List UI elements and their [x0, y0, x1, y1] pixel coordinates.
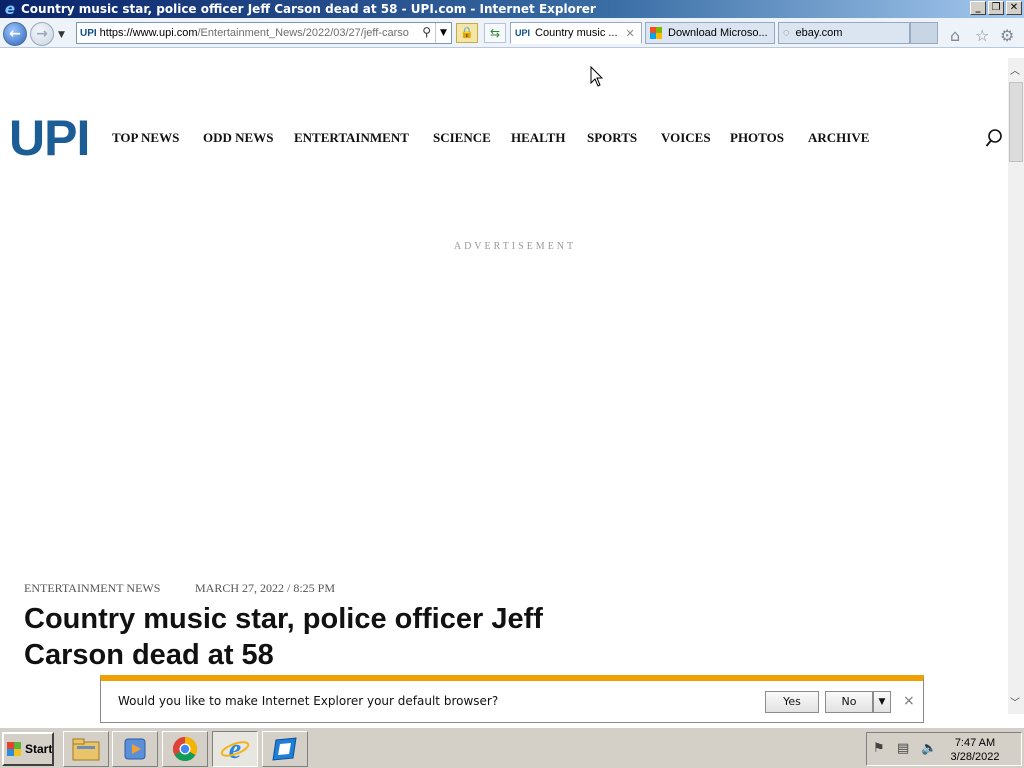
volume-icon[interactable]: 🔈	[921, 741, 937, 756]
notification-close-icon[interactable]: ×	[903, 693, 915, 709]
taskbar-remote-desktop[interactable]	[262, 731, 308, 767]
tab-upi[interactable]: UPI Country music ... ✕	[510, 22, 642, 44]
advertisement-label: ADVERTISEMENT	[453, 241, 577, 252]
mouse-cursor-icon	[590, 66, 604, 87]
back-button[interactable]: ←	[3, 22, 27, 46]
favorites-star-icon[interactable]: ☆	[975, 26, 989, 45]
scroll-down-icon[interactable]: ﹀	[1010, 694, 1020, 709]
taskbar-internet-explorer[interactable]: e	[212, 731, 258, 767]
minimize-button[interactable]: _	[970, 1, 986, 15]
security-lock-icon[interactable]: 🔒	[456, 23, 478, 43]
start-label: Start	[25, 742, 53, 756]
address-search-icon[interactable]: ⚲	[422, 25, 431, 39]
url-domain: upi.com	[158, 27, 198, 39]
url-path: /Entertainment_News/2022/03/27/jeff-cars…	[197, 27, 409, 39]
clock-date: 3/28/2022	[950, 751, 1000, 763]
forward-button[interactable]: →	[30, 22, 54, 46]
nav-archive[interactable]: ARCHIVE	[808, 130, 869, 146]
taskbar: Start e ⚑ ▤ 🔈 7:47 AM 3/28/2022	[0, 726, 1024, 768]
new-tab-button[interactable]	[910, 22, 938, 44]
svg-text:e: e	[229, 735, 241, 763]
address-bar[interactable]: UPI https://www.upi.com/Entertainment_Ne…	[76, 22, 452, 44]
system-clock[interactable]: 7:47 AM 3/28/2022	[945, 736, 1005, 764]
settings-gear-icon[interactable]: ⚙	[1000, 26, 1014, 45]
nav-voices[interactable]: VOICES	[661, 130, 711, 146]
window-title-bar: e Country music star, police officer Jef…	[0, 0, 1024, 18]
yes-button[interactable]: Yes	[765, 691, 819, 713]
remote-desktop-icon	[272, 737, 297, 761]
taskbar-file-explorer[interactable]	[63, 731, 109, 767]
internet-explorer-icon: e	[220, 735, 250, 763]
tab-ebay[interactable]: ◌ ebay.com	[778, 22, 910, 44]
action-center-flag-icon[interactable]: ⚑	[873, 741, 885, 756]
media-player-icon	[124, 738, 146, 760]
loading-spinner-icon: ◌	[783, 27, 790, 39]
system-tray: ⚑ ▤ 🔈 7:47 AM 3/28/2022	[866, 732, 1022, 766]
article-category[interactable]: ENTERTAINMENT NEWS	[24, 581, 160, 595]
taskbar-chrome[interactable]	[162, 731, 208, 767]
address-dropdown-icon[interactable]: ▼	[435, 23, 451, 43]
upi-favicon: UPI	[515, 28, 531, 38]
article-meta: ENTERTAINMENT NEWS MARCH 27, 2022 / 8:25…	[24, 581, 335, 596]
upi-logo[interactable]: UPI	[9, 113, 90, 163]
taskbar-media-player[interactable]	[112, 731, 158, 767]
browser-toolbar: ← → ▼ UPI https://www.upi.com/Entertainm…	[0, 18, 1024, 48]
notification-message: Would you like to make Internet Explorer…	[118, 694, 499, 708]
nav-science[interactable]: SCIENCE	[433, 130, 491, 146]
nav-entertainment[interactable]: ENTERTAINMENT	[294, 130, 409, 146]
windows-logo-icon	[7, 742, 21, 756]
tab-label: Country music ...	[535, 27, 618, 39]
search-icon[interactable]	[985, 129, 1003, 149]
url-prefix: https://www.	[99, 27, 159, 39]
tab-label: ebay.com	[795, 27, 843, 39]
network-icon[interactable]: ▤	[897, 741, 909, 756]
web-page: UPI TOP NEWS ODD NEWS ENTERTAINMENT SCIE…	[0, 49, 1008, 715]
scrollbar-thumb[interactable]	[1009, 82, 1023, 162]
microsoft-logo-icon	[650, 27, 662, 39]
default-browser-notification: Would you like to make Internet Explorer…	[100, 675, 924, 723]
refresh-icon: ⇆	[489, 26, 501, 40]
window-controls: _ ❐ ✕	[970, 1, 1022, 15]
chrome-icon	[172, 737, 198, 762]
address-url[interactable]: https://www.upi.com/Entertainment_News/2…	[100, 27, 420, 39]
nav-sports[interactable]: SPORTS	[587, 130, 637, 146]
clock-time: 7:47 AM	[954, 737, 996, 749]
tab-close-icon[interactable]: ✕	[626, 27, 635, 40]
article-date: MARCH 27, 2022 / 8:25 PM	[195, 581, 336, 595]
nav-top-news[interactable]: TOP NEWS	[112, 130, 179, 146]
no-options-dropdown-icon[interactable]: ▼	[873, 691, 891, 713]
folder-icon	[72, 738, 100, 761]
no-button[interactable]: No	[825, 691, 873, 713]
nav-odd-news[interactable]: ODD NEWS	[203, 130, 273, 146]
nav-health[interactable]: HEALTH	[511, 130, 565, 146]
history-dropdown-icon[interactable]: ▼	[58, 30, 65, 40]
refresh-button[interactable]: ⇆	[484, 23, 506, 43]
site-favicon: UPI	[80, 27, 97, 39]
tab-label: Download Microso...	[668, 27, 768, 39]
tab-microsoft[interactable]: Download Microso...	[645, 22, 775, 44]
close-button[interactable]: ✕	[1006, 1, 1022, 15]
maximize-button[interactable]: ❐	[988, 1, 1004, 15]
window-title: Country music star, police officer Jeff …	[21, 2, 596, 16]
article-headline: Country music star, police officer Jeff …	[24, 603, 543, 671]
scroll-up-icon[interactable]: ︿	[1010, 62, 1020, 77]
ie-icon: e	[4, 0, 16, 18]
forward-arrow-icon: →	[36, 26, 48, 42]
vertical-scrollbar[interactable]: ︿ ﹀	[1008, 58, 1024, 714]
home-icon[interactable]: ⌂	[950, 26, 960, 45]
nav-photos[interactable]: PHOTOS	[730, 130, 784, 146]
start-button[interactable]: Start	[2, 732, 54, 766]
back-arrow-icon: ←	[9, 26, 21, 42]
